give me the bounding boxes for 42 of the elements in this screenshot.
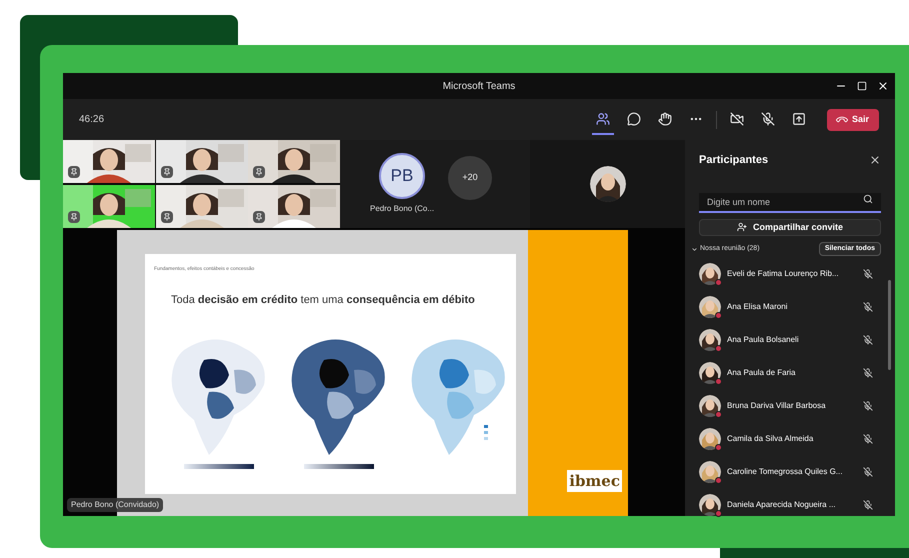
participant-item[interactable]: Daniela Aparecida Nogueira ... [699,493,873,516]
meeting-timer: 46:26 [79,113,104,127]
hand-icon [658,112,672,126]
participant-item[interactable]: Bruna Dariva Villar Barbosa [699,394,873,417]
participant-name: Daniela Aparecida Nogueira ... [727,498,837,510]
close-icon[interactable] [869,154,881,166]
participant-name: Bruna Dariva Villar Barbosa [727,400,827,412]
participant-name: Camila da Silva Almeida [727,432,814,444]
window-title: Microsoft Teams [442,80,516,94]
maximize-icon[interactable] [857,81,867,91]
participant-item[interactable]: Ana Elisa Maroni [699,295,873,318]
panel-title: Participantes [699,153,768,168]
search-icon [863,194,873,204]
add-person-icon [736,222,747,232]
people-icon [596,112,610,126]
participant-name: Eveli de Fatima Lourenço Rib... [727,268,840,280]
search-field[interactable]: Digite um nome [699,192,881,212]
presenter-label: Pedro Bono (Convidado) [67,498,164,512]
participant-name: Ana Paula Bolsaneli [727,334,800,346]
chevron-down-icon [691,246,698,252]
avatar-initials: PB [379,153,426,199]
color-scale-bar [304,464,374,469]
leave-button[interactable]: Sair [826,108,879,130]
mic-off-icon [760,112,775,126]
participant-name: Caroline Tomegrossa Quiles G... [727,466,844,478]
color-scale-bar [184,464,254,469]
participant-item[interactable]: Camila da Silva Almeida [699,427,873,450]
participant-item[interactable]: Ana Paula de Faria [699,361,873,384]
overflow-count[interactable]: +20 [448,156,492,200]
participant-name: Pedro Bono (Co... [370,203,434,215]
chat-icon [626,112,641,126]
participant-item[interactable]: Eveli de Fatima Lourenço Rib... [699,262,873,285]
camera-off-icon [730,112,744,126]
participant-item[interactable]: Ana Paula Bolsaneli [699,328,873,351]
participant-name: Ana Paula de Faria [727,366,796,378]
invite-button[interactable]: Compartilhar convite [699,218,881,236]
slide-title: Toda decisão em crédito tem uma consequência em débito [171,292,476,308]
participant-name: Ana Elisa Maroni [727,300,788,312]
share-icon [792,112,806,126]
close-icon[interactable] [877,80,889,92]
participant-item[interactable]: Caroline Tomegrossa Quiles G... [699,460,873,483]
logo-text: ibmec [567,470,622,492]
